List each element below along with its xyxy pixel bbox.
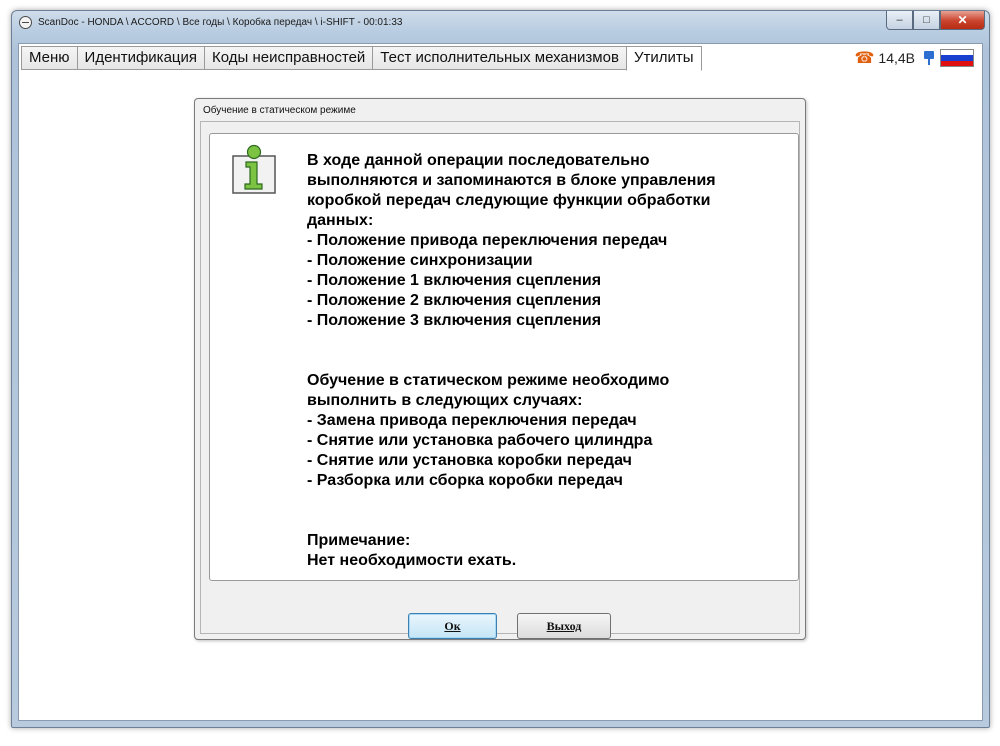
dialog-title: Обучение в статическом режиме [203, 105, 356, 116]
minimize-button[interactable]: – [886, 11, 913, 30]
tab-identification[interactable]: Идентификация [76, 46, 206, 70]
window-title: ScanDoc - HONDA \ ACCORD \ Все годы \ Ко… [38, 17, 403, 28]
tab-bar: Меню Идентификация Коды неисправностей Т… [21, 46, 702, 71]
close-button[interactable]: ✕ [940, 11, 985, 30]
plug-icon [923, 50, 937, 66]
tab-fault-codes[interactable]: Коды неисправностей [204, 46, 374, 70]
tab-actuator-test[interactable]: Тест исполнительных механизмов [372, 46, 627, 70]
voltage-readout: 14,4В [878, 50, 915, 66]
flag-stripe-red [941, 60, 973, 66]
app-icon[interactable] [19, 16, 32, 29]
ok-button[interactable]: Ок [408, 613, 497, 639]
info-icon [232, 144, 276, 194]
tab-utilities[interactable]: Утилиты [625, 46, 702, 71]
russia-flag-icon[interactable] [940, 49, 974, 67]
status-area: ☎ 14,4В [854, 48, 974, 68]
maximize-button[interactable]: □ [913, 11, 940, 30]
window-controls: – □ ✕ [886, 11, 985, 31]
phone-icon: ☎ [854, 50, 875, 67]
exit-button[interactable]: Выход [517, 613, 611, 639]
title-bar[interactable]: ScanDoc - HONDA \ ACCORD \ Все годы \ Ко… [12, 11, 989, 36]
message-panel: В ходе данной операции последовательно в… [209, 133, 799, 581]
dialog-message: В ходе данной операции последовательно в… [307, 152, 716, 569]
dialog-body: В ходе данной операции последовательно в… [200, 121, 800, 639]
static-learning-dialog: Обучение в статическом режиме В ходе дан… [194, 98, 806, 640]
tab-menu[interactable]: Меню [21, 46, 78, 70]
